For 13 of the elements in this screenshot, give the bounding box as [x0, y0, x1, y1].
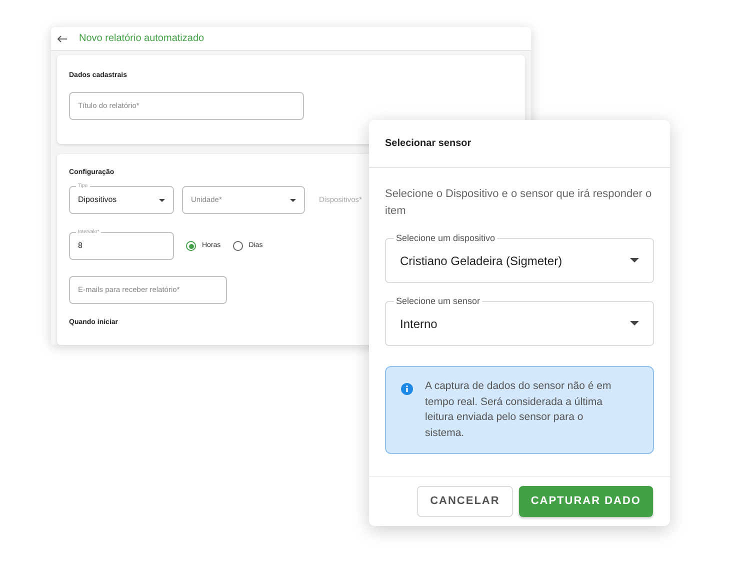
radio-button[interactable]: [232, 241, 243, 251]
caret-icon: [630, 321, 639, 326]
dialog-title: Selecionar sensor: [385, 137, 472, 151]
info-icon: [401, 383, 413, 395]
dialog-description: Selecione o Dispositivo e o sensor que irá responder o item: [385, 187, 653, 219]
caret-icon: [290, 198, 296, 202]
cancel-button[interactable]: CANCELAR: [417, 486, 513, 517]
caret-icon: [630, 258, 639, 263]
info-text: A captura de dados do sensor não é em tempo real. Será considerada a última leitura enviada pelo sensor para o sistema.: [425, 379, 612, 440]
back-arrow-icon[interactable]: [57, 34, 67, 42]
window-title: Novo relatório automatizado: [79, 32, 204, 46]
caret-icon: [159, 198, 165, 202]
radio-button[interactable]: [186, 241, 196, 251]
